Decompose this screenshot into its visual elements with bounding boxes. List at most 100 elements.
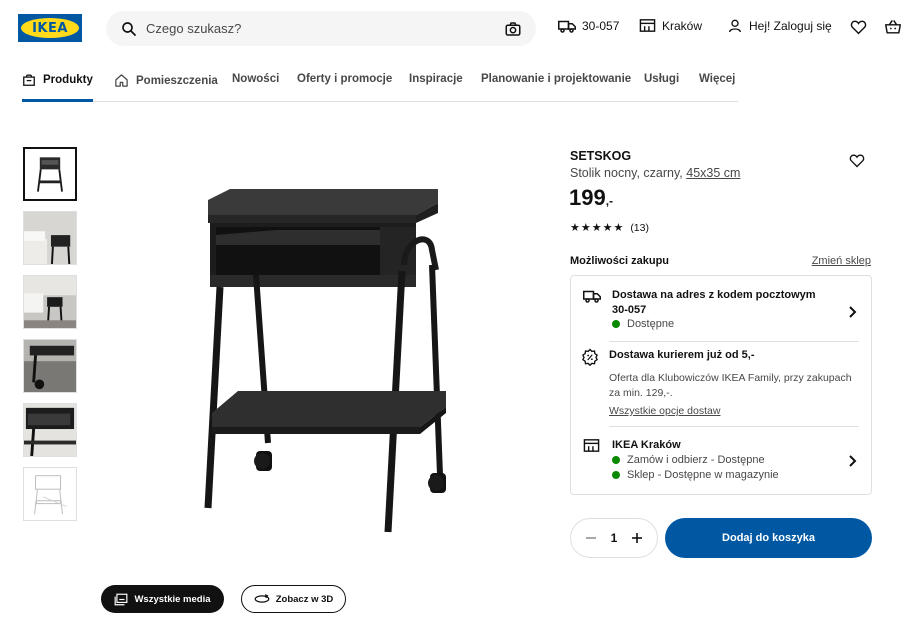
quantity-value[interactable]: 1 — [611, 531, 618, 545]
login-button[interactable]: Hej! Zaloguj się — [727, 18, 832, 34]
bag-icon — [23, 74, 35, 86]
store-icon — [639, 19, 656, 32]
all-media-label: Wszystkie media — [134, 593, 211, 605]
detail-thumbnail — [24, 340, 76, 392]
nav-label: Usługi — [644, 73, 680, 85]
all-delivery-options-link[interactable]: Wszystkie opcje dostaw — [609, 405, 720, 417]
nav-item-inspiracje[interactable]: Inspiracje — [409, 73, 463, 85]
store-option[interactable]: IKEA Kraków Zamów i odbierz - Dostępne S… — [583, 438, 861, 488]
home-icon — [115, 74, 128, 87]
thumbnail-6[interactable] — [23, 467, 77, 521]
search-bar[interactable] — [106, 11, 536, 46]
nav-label: Inspiracje — [409, 73, 463, 85]
nav-item-nowosci[interactable]: Nowości — [232, 73, 279, 85]
delivery-title: Dostawa na adres z kodem pocztowym 30-05… — [612, 289, 816, 316]
active-tab-indicator — [22, 99, 93, 102]
logo-text: IKEA — [32, 20, 68, 36]
nav-label: Oferty i promocje — [297, 73, 393, 85]
plus-icon — [632, 533, 642, 543]
thumbnail-5[interactable] — [23, 403, 77, 457]
store-stock-availability: Sklep - Dostępne w magazynie — [612, 469, 779, 481]
search-icon — [122, 21, 136, 36]
all-media-button[interactable]: Wszystkie media — [101, 585, 224, 613]
delivery-availability: Dostępne — [612, 318, 674, 330]
price-suffix: ,- — [605, 194, 614, 208]
nightstand-thumbnail — [25, 149, 75, 199]
camera-icon[interactable] — [504, 20, 522, 38]
bedroom-thumbnail — [24, 212, 76, 264]
login-label: Hej! Zaloguj się — [749, 19, 832, 33]
logo-oval: IKEA — [21, 18, 79, 38]
store-name: Kraków — [662, 18, 703, 33]
rating-count: (13) — [630, 221, 649, 234]
pickup-availability: Zamów i odbierz - Dostępne — [612, 454, 765, 466]
user-icon — [729, 19, 741, 33]
main-navigation: Produkty Pomieszczenia Nowości Oferty i … — [22, 62, 738, 102]
nav-item-pomieszczenia[interactable]: Pomieszczenia — [114, 73, 218, 88]
delivery-code-button[interactable]: 30-057 — [558, 18, 619, 34]
heart-icon[interactable] — [850, 19, 867, 35]
nav-label: Nowości — [232, 73, 280, 85]
truck-icon — [583, 290, 601, 303]
change-store-link[interactable]: Zmień sklep — [812, 255, 871, 267]
dimensions-link[interactable]: 45x35 cm — [686, 166, 740, 180]
drawing-thumbnail — [24, 468, 76, 520]
minus-icon — [586, 537, 596, 539]
closeup-thumbnail — [24, 404, 76, 456]
increase-quantity-button[interactable] — [629, 530, 645, 546]
store-icon — [583, 439, 600, 452]
status-dot — [612, 471, 620, 479]
store-button[interactable]: Kraków — [639, 18, 702, 33]
courier-description: Oferta dla Klubowiczów IKEA Family, przy… — [609, 372, 852, 399]
nav-label: Więcej — [699, 73, 736, 85]
nav-item-oferty[interactable]: Oferty i promocje — [297, 73, 392, 85]
rotate-3d-icon — [254, 594, 270, 603]
decrease-quantity-button[interactable] — [583, 530, 599, 546]
store-title: IKEA Kraków — [612, 439, 681, 451]
nav-label: Planowanie i projektowanie — [481, 73, 632, 85]
chevron-right-icon — [849, 306, 857, 318]
delivery-status: Dostępne — [627, 318, 675, 330]
nav-item-uslugi[interactable]: Usługi — [644, 73, 679, 85]
purchase-options-title: Możliwości zakupu — [570, 255, 670, 267]
thumbnail-1[interactable] — [23, 147, 77, 201]
star-icons: ★★★★★ — [570, 222, 625, 234]
thumbnail-2[interactable] — [23, 211, 77, 265]
pickup-status: Zamów i odbierz - Dostępne — [627, 454, 765, 466]
quantity-stepper: 1 — [570, 518, 658, 558]
status-dot — [612, 320, 620, 328]
gallery-icon — [115, 593, 128, 605]
discount-tag-icon — [582, 348, 598, 366]
chevron-right-icon — [849, 455, 857, 467]
description-text: Stolik nocny, czarny, — [570, 166, 683, 180]
product-name: SETSKOG — [570, 149, 632, 163]
status-dot — [612, 456, 620, 464]
product-image[interactable] — [190, 175, 460, 545]
favorite-heart-icon[interactable] — [849, 153, 865, 168]
delivery-option[interactable]: Dostawa na adres z kodem pocztowym 30-05… — [583, 288, 861, 338]
delivery-code: 30-057 — [582, 19, 620, 33]
nav-item-planowanie[interactable]: Planowanie i projektowanie — [481, 73, 631, 85]
product-price: 199,- — [569, 185, 613, 211]
view-3d-label: Zobacz w 3D — [275, 593, 334, 605]
room-thumbnail — [24, 276, 76, 328]
rating[interactable]: ★★★★★ (13) — [570, 221, 649, 235]
divider — [609, 426, 859, 427]
ikea-logo[interactable]: IKEA — [18, 14, 82, 42]
cart-icon[interactable] — [884, 19, 902, 35]
courier-title: Dostawa kurierem już od 5,- — [609, 349, 755, 361]
view-3d-button[interactable]: Zobacz w 3D — [241, 585, 346, 613]
purchase-options-box: Dostawa na adres z kodem pocztowym 30-05… — [570, 275, 872, 495]
add-to-cart-button[interactable]: Dodaj do koszyka — [665, 518, 872, 558]
store-stock-status: Sklep - Dostępne w magazynie — [627, 469, 779, 481]
nav-label: Pomieszczenia — [136, 74, 218, 87]
thumbnail-3[interactable] — [23, 275, 77, 329]
divider — [609, 341, 859, 342]
nav-item-produkty[interactable]: Produkty — [22, 73, 93, 87]
price-main: 199 — [569, 185, 606, 210]
truck-icon — [558, 20, 576, 33]
thumbnail-4[interactable] — [23, 339, 77, 393]
nav-item-wiecej[interactable]: Więcej — [699, 73, 735, 85]
search-input[interactable] — [146, 21, 504, 36]
product-description: Stolik nocny, czarny, 45x35 cm — [570, 166, 740, 180]
